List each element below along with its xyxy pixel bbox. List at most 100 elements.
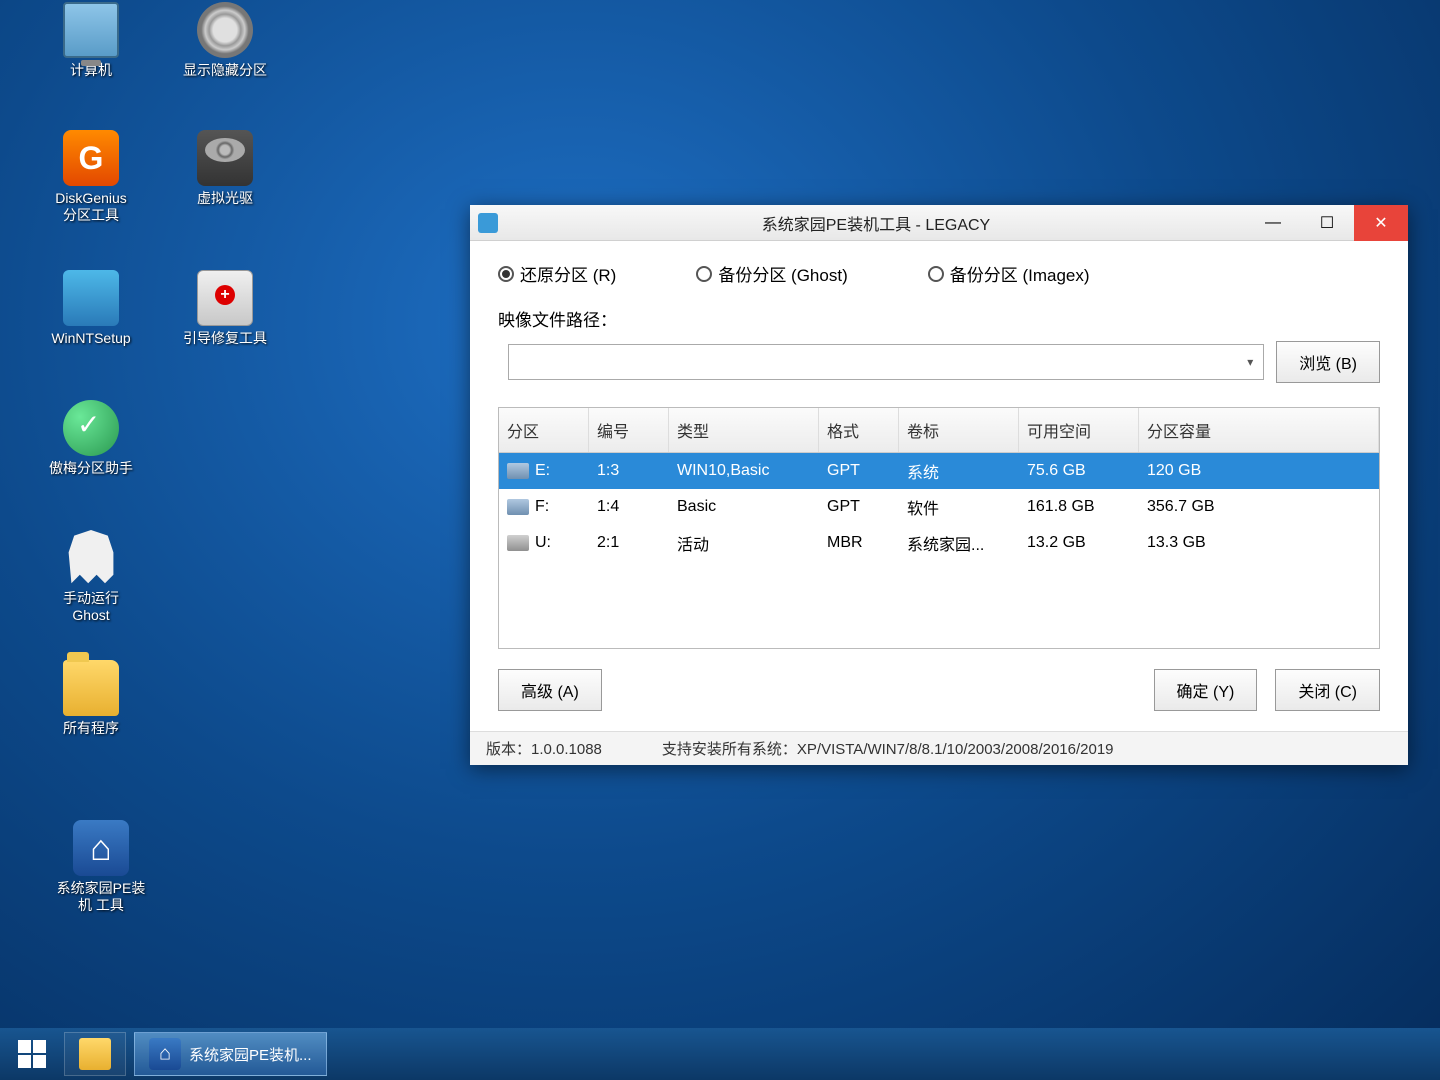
- optical-drive-icon: [197, 130, 253, 186]
- windows-logo-icon: [18, 1040, 46, 1068]
- table-row[interactable]: F: 1:4 Basic GPT 软件 161.8 GB 356.7 GB: [499, 489, 1379, 525]
- desktop-icon-winntsetup[interactable]: WinNTSetup: [46, 270, 136, 347]
- window-content: 还原分区 (R) 备份分区 (Ghost) 备份分区 (Imagex) 映像文件…: [470, 241, 1408, 731]
- browse-button[interactable]: 浏览 (B): [1276, 341, 1380, 383]
- icon-label: 系统家园PE装 机 工具: [57, 880, 146, 914]
- task-label: 系统家园PE装机...: [189, 1044, 312, 1065]
- radio-restore[interactable]: 还原分区 (R): [498, 261, 616, 286]
- radio-icon: [696, 266, 712, 282]
- cell-free: 75.6 GB: [1019, 462, 1139, 480]
- cell-free: 161.8 GB: [1019, 498, 1139, 516]
- folder-icon: [63, 660, 119, 716]
- app-icon: [478, 213, 498, 233]
- desktop-icon-aomei[interactable]: 傲梅分区助手: [46, 400, 136, 477]
- icon-label: 傲梅分区助手: [49, 460, 133, 477]
- drive-letter: U:: [535, 534, 551, 552]
- minimize-button[interactable]: —: [1246, 205, 1300, 241]
- desktop-icon-computer[interactable]: 计算机: [46, 2, 136, 79]
- header-label[interactable]: 卷标: [899, 408, 1019, 452]
- ghost-icon: [63, 530, 119, 586]
- cell-size: 120 GB: [1139, 462, 1379, 480]
- statusbar: 版本：1.0.0.1088 支持安装所有系统：XP/VISTA/WIN7/8/8…: [470, 731, 1408, 765]
- setup-icon: [63, 270, 119, 326]
- advanced-button[interactable]: 高级 (A): [498, 669, 602, 711]
- cell-id: 1:4: [589, 498, 669, 516]
- image-path-dropdown[interactable]: ▾: [508, 344, 1264, 380]
- mode-radio-group: 还原分区 (R) 备份分区 (Ghost) 备份分区 (Imagex): [498, 261, 1380, 286]
- icon-label: 显示隐藏分区: [183, 62, 267, 79]
- radio-backup-imagex[interactable]: 备份分区 (Imagex): [928, 261, 1090, 286]
- diskgenius-icon: G: [63, 130, 119, 186]
- radio-icon: [498, 266, 514, 282]
- window-title: 系统家园PE装机工具 - LEGACY: [506, 211, 1246, 235]
- desktop-icon-diskgenius[interactable]: G DiskGenius 分区工具: [46, 130, 136, 224]
- radio-label: 备份分区 (Imagex): [950, 261, 1090, 286]
- cell-label: 系统家园...: [899, 531, 1019, 555]
- cancel-button[interactable]: 关闭 (C): [1275, 669, 1380, 711]
- start-button[interactable]: [8, 1034, 56, 1074]
- taskbar: 系统家园PE装机...: [0, 1028, 1440, 1080]
- folder-icon: [79, 1038, 111, 1070]
- drive-letter: F:: [535, 498, 549, 516]
- pe-tool-window: 系统家园PE装机工具 - LEGACY — ☐ ✕ 还原分区 (R) 备份分区 …: [470, 205, 1408, 765]
- desktop-icon-pe-tool[interactable]: 系统家园PE装 机 工具: [46, 820, 156, 914]
- checkmark-icon: [63, 400, 119, 456]
- cell-size: 356.7 GB: [1139, 498, 1379, 516]
- table-body: E: 1:3 WIN10,Basic GPT 系统 75.6 GB 120 GB…: [499, 453, 1379, 561]
- icon-label: 虚拟光驱: [197, 190, 253, 207]
- cell-format: GPT: [819, 462, 899, 480]
- cell-type: WIN10,Basic: [669, 462, 819, 480]
- cell-label: 软件: [899, 495, 1019, 519]
- table-row[interactable]: U: 2:1 活动 MBR 系统家园... 13.2 GB 13.3 GB: [499, 525, 1379, 561]
- titlebar[interactable]: 系统家园PE装机工具 - LEGACY — ☐ ✕: [470, 205, 1408, 241]
- partition-table: 分区 编号 类型 格式 卷标 可用空间 分区容量 E: 1:3 WIN10,Ba…: [498, 407, 1380, 649]
- drive-letter: E:: [535, 462, 550, 480]
- cell-free: 13.2 GB: [1019, 534, 1139, 552]
- icon-label: WinNTSetup: [51, 330, 130, 347]
- image-path-row: 映像文件路径：: [498, 306, 1380, 331]
- header-free[interactable]: 可用空间: [1019, 408, 1139, 452]
- header-format[interactable]: 格式: [819, 408, 899, 452]
- toolbox-icon: [197, 270, 253, 326]
- radio-backup-ghost[interactable]: 备份分区 (Ghost): [696, 261, 847, 286]
- radio-label: 备份分区 (Ghost): [718, 261, 847, 286]
- chevron-down-icon: ▾: [1247, 355, 1253, 369]
- drive-icon: [507, 535, 529, 551]
- cell-id: 2:1: [589, 534, 669, 552]
- ok-button[interactable]: 确定 (Y): [1154, 669, 1258, 711]
- icon-label: 手动运行 Ghost: [63, 590, 119, 624]
- cell-type: Basic: [669, 498, 819, 516]
- icon-label: 引导修复工具: [183, 330, 267, 347]
- header-partition[interactable]: 分区: [499, 408, 589, 452]
- cell-format: GPT: [819, 498, 899, 516]
- cell-type: 活动: [669, 531, 819, 555]
- cell-size: 13.3 GB: [1139, 534, 1379, 552]
- monitor-icon: [63, 2, 119, 58]
- table-row[interactable]: E: 1:3 WIN10,Basic GPT 系统 75.6 GB 120 GB: [499, 453, 1379, 489]
- radio-label: 还原分区 (R): [520, 261, 616, 286]
- cell-format: MBR: [819, 534, 899, 552]
- icon-label: DiskGenius 分区工具: [55, 190, 127, 224]
- desktop-icon-ghost[interactable]: 手动运行 Ghost: [46, 530, 136, 624]
- taskbar-pe-tool[interactable]: 系统家园PE装机...: [134, 1032, 327, 1076]
- path-label: 映像文件路径：: [498, 306, 617, 331]
- icon-label: 所有程序: [63, 720, 119, 737]
- header-type[interactable]: 类型: [669, 408, 819, 452]
- action-buttons: 高级 (A) 确定 (Y) 关闭 (C): [498, 649, 1380, 721]
- desktop-icon-show-hidden[interactable]: 显示隐藏分区: [180, 2, 270, 79]
- cell-id: 1:3: [589, 462, 669, 480]
- desktop-icon-boot-repair[interactable]: 引导修复工具: [180, 270, 270, 347]
- desktop-icon-virtual-drive[interactable]: 虚拟光驱: [180, 130, 270, 207]
- maximize-button[interactable]: ☐: [1300, 205, 1354, 241]
- table-header: 分区 编号 类型 格式 卷标 可用空间 分区容量: [499, 408, 1379, 453]
- drive-icon: [507, 463, 529, 479]
- support-text: 支持安装所有系统：XP/VISTA/WIN7/8/8.1/10/2003/200…: [662, 738, 1114, 759]
- house-icon: [149, 1038, 181, 1070]
- header-size[interactable]: 分区容量: [1139, 408, 1379, 452]
- taskbar-file-manager[interactable]: [64, 1032, 126, 1076]
- close-button[interactable]: ✕: [1354, 205, 1408, 241]
- desktop-icon-all-programs[interactable]: 所有程序: [46, 660, 136, 737]
- version-text: 版本：1.0.0.1088: [486, 738, 602, 759]
- radio-icon: [928, 266, 944, 282]
- header-id[interactable]: 编号: [589, 408, 669, 452]
